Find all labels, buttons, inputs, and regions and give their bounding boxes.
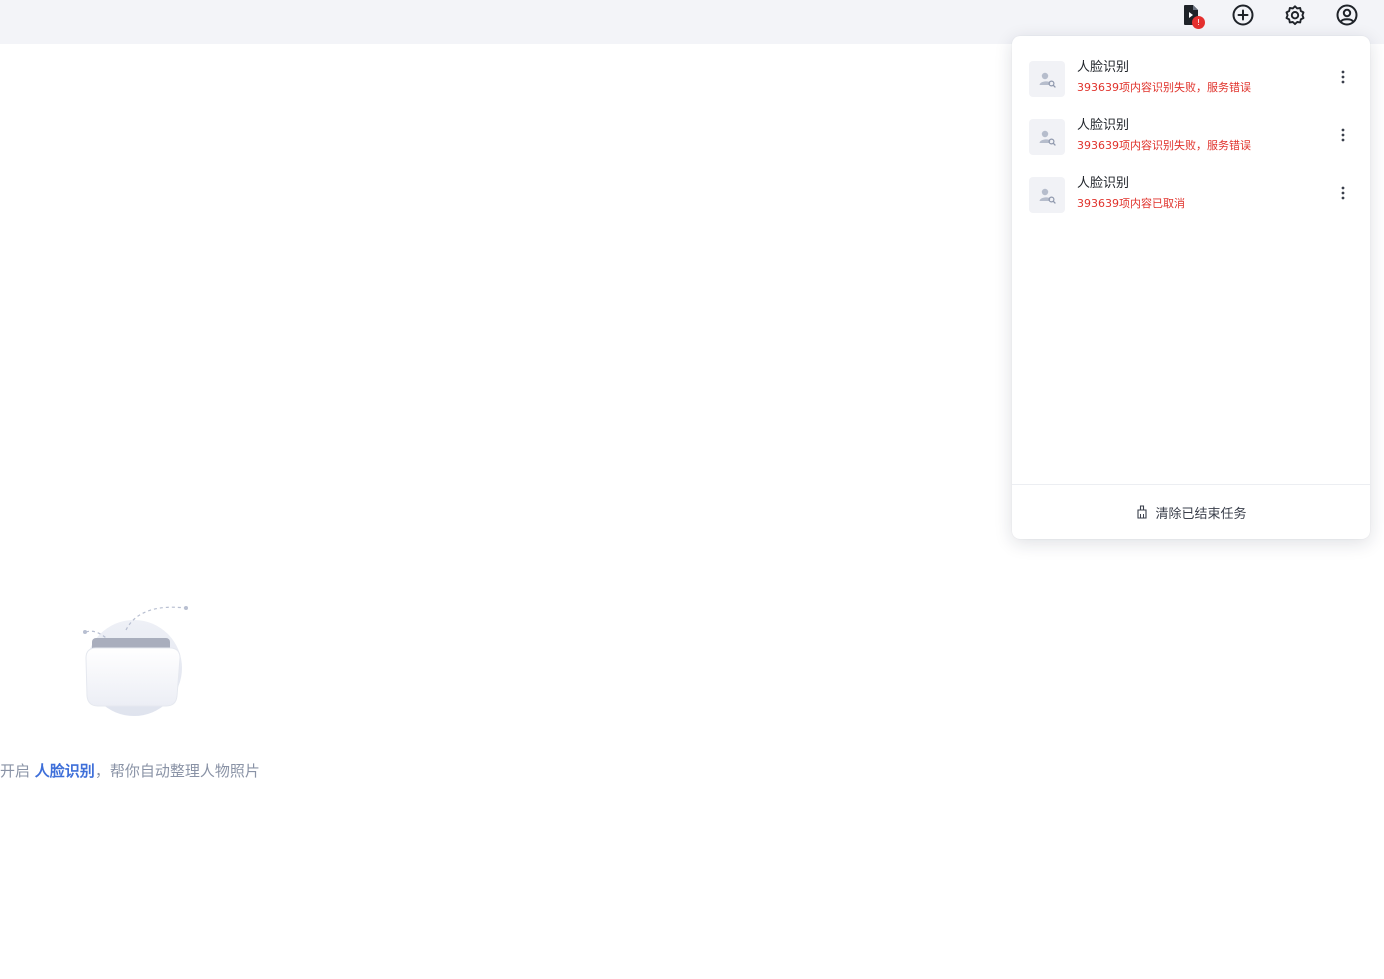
- empty-state-message: 开启 人脸识别，帮你自动整理人物照片: [0, 760, 260, 782]
- task-title: 人脸识别: [1077, 176, 1130, 191]
- more-vertical-icon: [1341, 128, 1345, 142]
- task-badge: !: [1192, 16, 1205, 29]
- face-recognition-task-icon: [1029, 61, 1065, 97]
- empty-folder-illustration: [78, 600, 194, 720]
- task-more-button[interactable]: [1332, 182, 1354, 204]
- face-recognition-link[interactable]: 人脸识别: [35, 762, 95, 780]
- broom-icon: [1137, 505, 1148, 519]
- task-panel: 人脸识别 393639项内容识别失败，服务错误 人脸识别 393639项内容识别…: [1012, 36, 1370, 539]
- user-avatar-icon: [1336, 4, 1358, 26]
- add-button[interactable]: [1225, 0, 1261, 30]
- account-button[interactable]: [1329, 0, 1365, 30]
- task-title: 人脸识别: [1077, 118, 1130, 133]
- task-status: 393639项内容识别失败，服务错误: [1077, 81, 1251, 94]
- empty-state-suffix: ，帮你自动整理人物照片: [94, 762, 260, 780]
- settings-button[interactable]: [1277, 0, 1313, 30]
- task-item[interactable]: 人脸识别 393639项内容已取消: [1028, 174, 1354, 214]
- task-more-button[interactable]: [1332, 66, 1354, 88]
- add-circle-icon: [1232, 4, 1254, 26]
- task-status: 393639项内容已取消: [1077, 197, 1185, 210]
- more-vertical-icon: [1341, 70, 1345, 84]
- task-more-button[interactable]: [1332, 124, 1354, 146]
- task-status: 393639项内容识别失败，服务错误: [1077, 139, 1251, 152]
- clear-finished-tasks-button[interactable]: 清除已结束任务: [1012, 485, 1370, 539]
- task-item[interactable]: 人脸识别 393639项内容识别失败，服务错误: [1028, 58, 1354, 98]
- task-item[interactable]: 人脸识别 393639项内容识别失败，服务错误: [1028, 116, 1354, 156]
- clear-finished-tasks-label: 清除已结束任务: [1155, 506, 1247, 522]
- empty-state-prefix: 开启: [0, 762, 31, 780]
- more-vertical-icon: [1341, 186, 1345, 200]
- face-recognition-task-icon: [1029, 119, 1065, 155]
- folder-icon: [83, 606, 188, 716]
- task-list-button[interactable]: !: [1173, 0, 1209, 30]
- gear-icon: [1285, 5, 1305, 26]
- task-title: 人脸识别: [1077, 60, 1130, 75]
- face-recognition-task-icon: [1029, 177, 1065, 213]
